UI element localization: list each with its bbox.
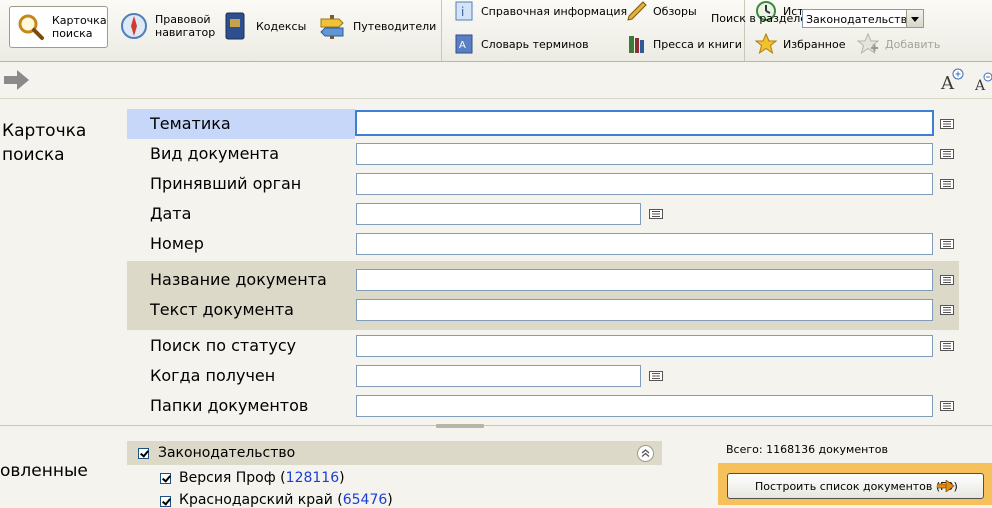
dictionary-label: Словарь терминов — [481, 37, 589, 51]
svg-text:i: i — [461, 5, 464, 19]
status-label: Поиск по статусу — [150, 336, 297, 355]
topic-label: Тематика — [150, 114, 231, 133]
press-books-label: Пресса и книги — [653, 37, 742, 51]
signpost-icon — [320, 15, 344, 39]
codes-label: Кодексы — [256, 19, 307, 33]
tree-item-label: Версия Проф — [179, 470, 276, 486]
received-input[interactable] — [356, 365, 641, 387]
guides-button[interactable]: Путеводители — [317, 11, 436, 41]
panel-splitter — [0, 425, 992, 426]
books-icon — [629, 36, 644, 53]
collapse-button[interactable] — [637, 445, 654, 462]
favorites-label: Избранное — [783, 37, 846, 51]
edit-list-icon[interactable] — [940, 305, 954, 315]
folders-input[interactable] — [356, 395, 933, 417]
edit-list-icon[interactable] — [649, 371, 663, 381]
date-label: Дата — [150, 204, 192, 223]
svg-text:A: A — [975, 78, 986, 92]
arrow-right-icon[interactable] — [4, 70, 30, 90]
svg-text:A: A — [459, 40, 466, 51]
tree-item[interactable]: Краснодарский край (65476) — [179, 492, 393, 508]
arrow-right-icon — [937, 480, 955, 492]
reference-info-icon: i — [455, 1, 473, 21]
press-books-button[interactable]: Пресса и книги — [625, 33, 742, 55]
tree-root-checkbox[interactable] — [138, 448, 149, 459]
doc-type-input[interactable] — [356, 143, 933, 165]
search-card-label: Карточка поиска — [52, 14, 107, 40]
edit-list-icon[interactable] — [940, 401, 954, 411]
chevron-down-icon[interactable] — [906, 10, 923, 27]
tree-root-label[interactable]: Законодательство — [158, 445, 295, 461]
add-favorite-label: Добавить — [885, 37, 941, 51]
toolbar-separator — [744, 0, 745, 61]
codes-button[interactable]: Кодексы — [220, 11, 306, 41]
compass-icon — [121, 13, 147, 39]
build-list-label: Построить список документов (F9) — [755, 480, 958, 493]
magnifier-icon — [18, 14, 44, 40]
tree-item[interactable]: Версия Проф (128116) — [179, 470, 345, 486]
favorites-button[interactable]: Избранное — [755, 33, 845, 55]
search-in-section-label: Поиск в разделе — [711, 12, 808, 25]
edit-list-icon[interactable] — [940, 149, 954, 159]
authority-input[interactable] — [356, 173, 933, 195]
total-docs-text: Всего: 1168136 документов — [726, 443, 888, 456]
chevron-up-icon — [641, 449, 650, 457]
number-label: Номер — [150, 234, 204, 253]
dictionary-button[interactable]: A Словарь терминов — [453, 33, 589, 55]
edit-list-icon[interactable] — [940, 179, 954, 189]
status-input[interactable] — [356, 335, 933, 357]
received-label: Когда получен — [150, 366, 276, 385]
dictionary-icon: A — [455, 34, 473, 54]
tree-item-checkbox[interactable] — [160, 496, 171, 507]
edit-list-icon[interactable] — [940, 239, 954, 249]
doc-text-input[interactable] — [356, 299, 933, 321]
splitter-handle[interactable] — [436, 424, 484, 428]
legal-navigator-label: Правовой навигатор — [155, 13, 216, 39]
star-icon — [755, 33, 777, 55]
section-select-value: Законодательство — [806, 13, 914, 26]
reviews-button[interactable]: Обзоры — [625, 0, 697, 22]
svg-text:A: A — [940, 73, 955, 92]
tree-item-count[interactable]: 65476 — [343, 492, 388, 508]
search-card-button[interactable]: Карточка поиска — [9, 6, 108, 48]
codes-book-icon — [225, 12, 245, 40]
pen-icon — [627, 1, 647, 21]
folders-label: Папки документов — [150, 396, 309, 415]
tree-item-checkbox[interactable] — [160, 473, 171, 484]
authority-label: Принявший орган — [150, 174, 302, 193]
edit-list-icon[interactable] — [940, 119, 954, 129]
doc-text-label: Текст документа — [150, 300, 294, 319]
reference-info-label: Справочная информация — [481, 4, 628, 18]
section-select[interactable]: Законодательство — [802, 9, 924, 28]
font-increase-icon[interactable]: A — [940, 68, 966, 92]
tree-item-label: Краснодарский край — [179, 492, 333, 508]
font-decrease-icon[interactable]: A — [975, 72, 992, 92]
build-list-button[interactable]: Построить список документов (F9) — [727, 473, 984, 499]
topic-input[interactable] — [355, 110, 934, 136]
date-input[interactable] — [356, 203, 641, 225]
doc-name-input[interactable] — [356, 269, 933, 291]
page-title: Карточка поиска — [2, 121, 87, 165]
toolbar-separator — [441, 0, 442, 61]
search-section-bar — [0, 62, 992, 99]
legal-navigator-button[interactable]: Правовой навигатор — [119, 11, 215, 41]
star-add-icon — [857, 33, 879, 55]
add-favorite-button[interactable]: Добавить — [857, 33, 940, 55]
guides-label: Путеводители — [353, 19, 437, 33]
reviews-label: Обзоры — [653, 4, 697, 18]
reference-info-button[interactable]: i Справочная информация — [453, 0, 627, 22]
edit-list-icon[interactable] — [940, 341, 954, 351]
edit-list-icon[interactable] — [940, 275, 954, 285]
number-input[interactable] — [356, 233, 933, 255]
edit-list-icon[interactable] — [649, 209, 663, 219]
tree-item-count[interactable]: 128116 — [286, 470, 339, 486]
doc-name-label: Название документа — [150, 270, 327, 289]
doc-type-label: Вид документа — [150, 144, 280, 163]
form-row-topic: Тематика — [127, 109, 355, 139]
left-panel-title: овленные — [0, 461, 88, 481]
